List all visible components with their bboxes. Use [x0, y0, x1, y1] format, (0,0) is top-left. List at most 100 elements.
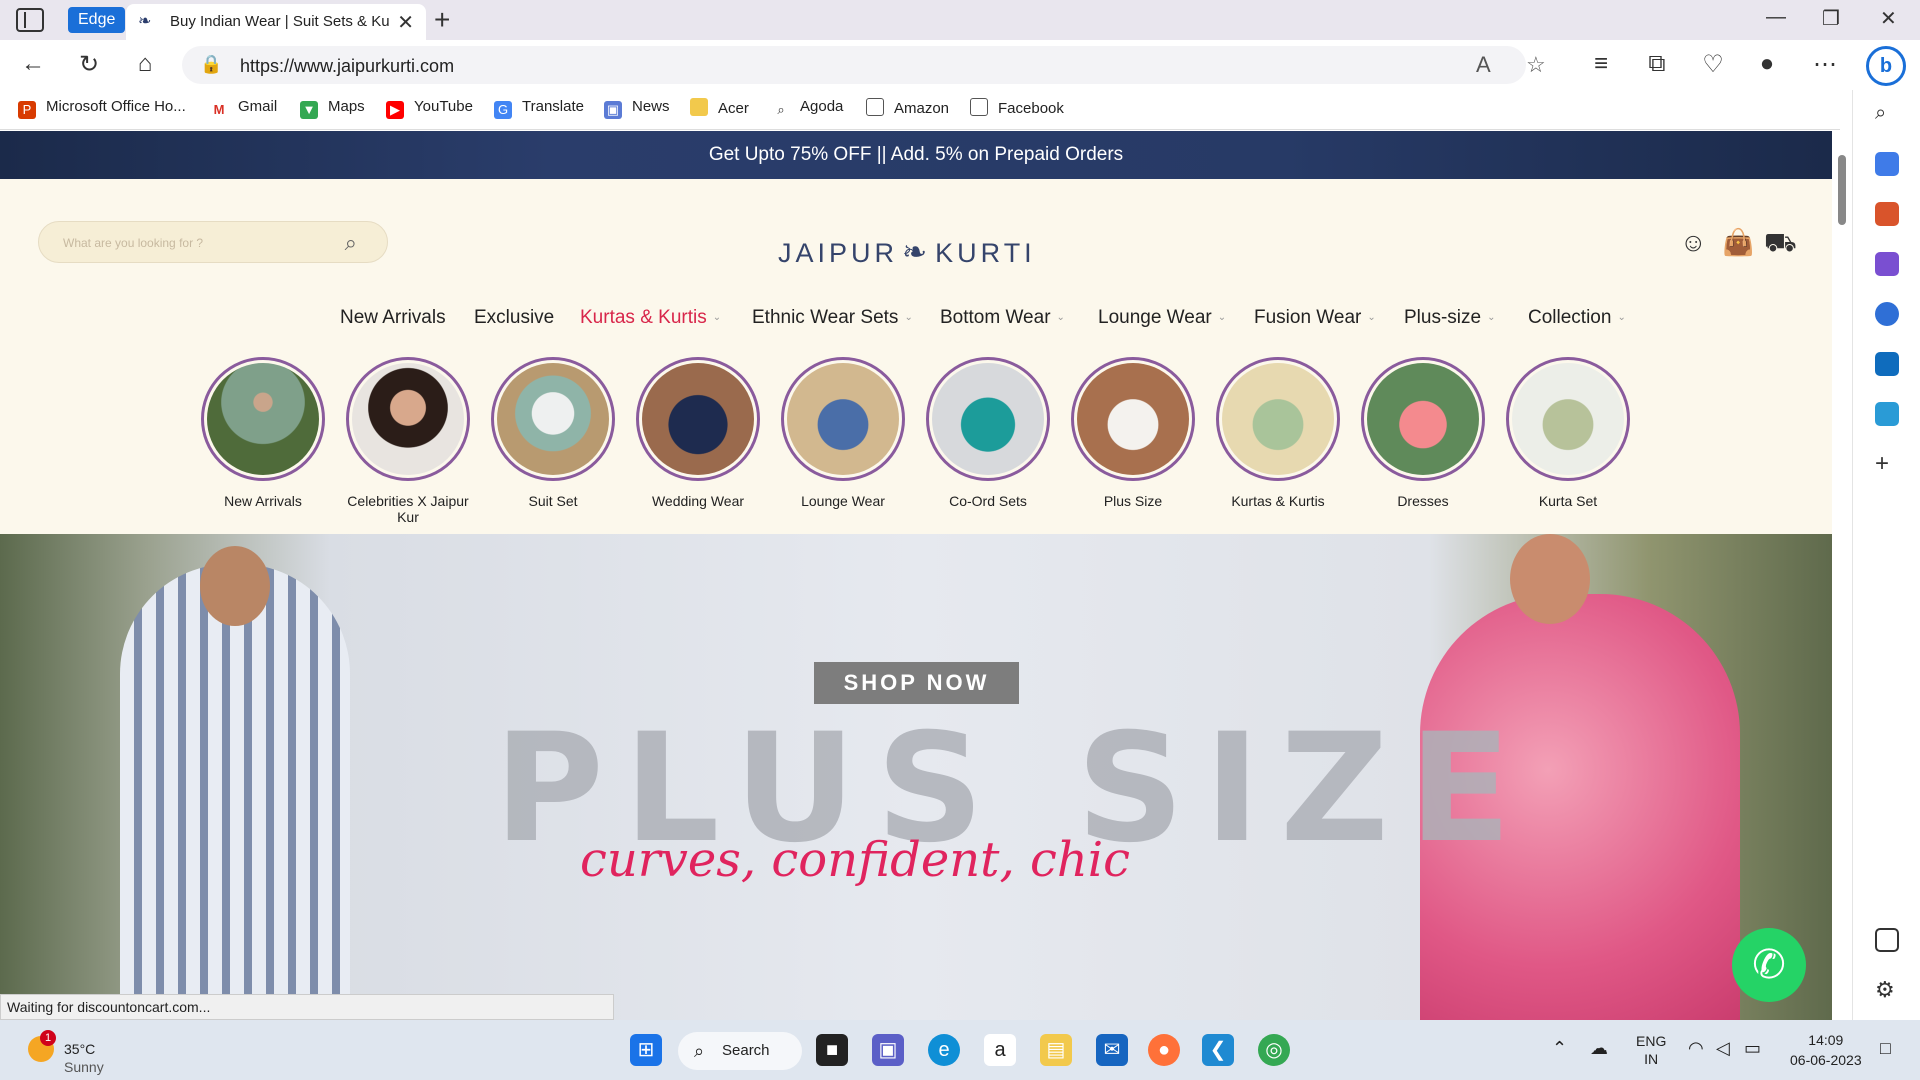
menu-label: Collection	[1528, 307, 1612, 328]
onedrive-icon[interactable]: ☁	[1590, 1038, 1608, 1059]
menu-plus-size[interactable]: Plus-size ⌄	[1404, 307, 1495, 329]
logo-mark-icon: ❧	[902, 236, 932, 269]
site-logo[interactable]: JAIPUR ❧ KURTI	[778, 235, 1036, 270]
bing-chat-icon[interactable]: b	[1866, 46, 1906, 86]
sidebar-toggle-icon[interactable]	[1875, 928, 1899, 952]
back-icon[interactable]: ←	[18, 50, 48, 78]
category-suit-set[interactable]: Suit Set	[491, 357, 615, 509]
drop-icon[interactable]	[1875, 402, 1899, 426]
new-tab-icon[interactable]: +	[434, 4, 450, 36]
search-icon[interactable]: ⌕	[1875, 102, 1899, 126]
bookmark-facebook[interactable]: Facebook	[970, 98, 1064, 117]
volume-icon[interactable]: ◁	[1716, 1038, 1730, 1059]
category-plus-size[interactable]: Plus Size	[1071, 357, 1195, 509]
amazon-taskbar-icon[interactable]: a	[984, 1034, 1016, 1066]
taskbar-search[interactable]: ⌕ Search	[678, 1032, 802, 1070]
games-icon[interactable]	[1875, 252, 1899, 276]
more-options-icon[interactable]: ⋯	[1810, 50, 1840, 79]
category-celebrities[interactable]: Celebrities X Jaipur Kur	[346, 357, 470, 525]
teams-chat-icon[interactable]: ▣	[872, 1034, 904, 1066]
bookmark-news[interactable]: ▣ News	[604, 98, 670, 119]
weather-text: 35°C Sunny	[64, 1040, 104, 1076]
page-icon	[866, 98, 884, 116]
address-bar[interactable]: 🔒 https://www.jaipurkurti.com A ☆	[182, 46, 1546, 84]
category-image	[1222, 363, 1334, 475]
settings-gear-icon[interactable]: ⚙	[1875, 978, 1899, 1002]
account-icon[interactable]: ☺	[1680, 227, 1707, 258]
menu-exclusive[interactable]: Exclusive	[474, 307, 554, 329]
notification-icon[interactable]: □	[1880, 1038, 1891, 1059]
menu-collection[interactable]: Collection ⌄	[1528, 307, 1626, 329]
tab-actions-icon[interactable]	[16, 8, 44, 32]
menu-label: Ethnic Wear Sets	[752, 307, 899, 328]
whatsapp-chat-icon[interactable]: ✆	[1732, 928, 1806, 1002]
chrome-icon[interactable]: ◎	[1258, 1034, 1290, 1066]
cart-icon[interactable]: 👜	[1722, 227, 1754, 258]
url-text[interactable]: https://www.jaipurkurti.com	[240, 56, 454, 77]
task-view-icon[interactable]: ■	[816, 1034, 848, 1066]
site-search-input[interactable]: What are you looking for ? ⌕	[38, 221, 388, 263]
logo-text-right: KURTI	[935, 238, 1036, 268]
firefox-icon[interactable]: ●	[1148, 1034, 1180, 1066]
favorites-icon[interactable]: ≡	[1586, 50, 1616, 78]
bookmark-agoda[interactable]: ⌕ Agoda	[772, 98, 843, 119]
category-kurta-set[interactable]: Kurta Set	[1506, 357, 1630, 509]
shopping-tag-icon[interactable]	[1875, 152, 1899, 176]
bookmark-acer[interactable]: Acer	[690, 98, 749, 117]
tools-icon[interactable]	[1875, 202, 1899, 226]
active-tab[interactable]: ❧ Buy Indian Wear | Suit Sets & Kur ✕	[126, 4, 426, 40]
category-wedding-wear[interactable]: Wedding Wear	[636, 357, 760, 509]
track-order-icon[interactable]: ⛟	[1764, 227, 1797, 262]
read-aloud-icon[interactable]: A	[1476, 52, 1491, 78]
category-dresses[interactable]: Dresses	[1361, 357, 1485, 509]
menu-ethnic-wear-sets[interactable]: Ethnic Wear Sets ⌄	[752, 307, 913, 329]
bookmark-office[interactable]: P Microsoft Office Ho...	[18, 98, 186, 119]
close-tab-icon[interactable]: ✕	[397, 10, 414, 35]
bookmark-gmail[interactable]: M Gmail	[210, 98, 277, 119]
menu-bottom-wear[interactable]: Bottom Wear ⌄	[940, 307, 1065, 329]
menu-fusion-wear[interactable]: Fusion Wear ⌄	[1254, 307, 1376, 329]
bookmark-maps[interactable]: ▼ Maps	[300, 98, 365, 119]
category-lounge-wear[interactable]: Lounge Wear	[781, 357, 905, 509]
wifi-icon[interactable]: ◠	[1688, 1038, 1704, 1059]
edge-profile-label[interactable]: Edge	[68, 7, 126, 33]
menu-label: Plus-size	[1404, 307, 1482, 328]
vscode-icon[interactable]: ❮	[1202, 1034, 1234, 1066]
refresh-icon[interactable]: ↻	[74, 50, 104, 79]
file-explorer-icon[interactable]: ▤	[1040, 1034, 1072, 1066]
page-scrollbar[interactable]	[1832, 131, 1852, 1020]
add-icon[interactable]: +	[1875, 452, 1899, 476]
shop-now-button[interactable]: SHOP NOW	[814, 662, 1019, 704]
category-co-ord-sets[interactable]: Co-Ord Sets	[926, 357, 1050, 509]
bookmark-translate[interactable]: G Translate	[494, 98, 584, 119]
category-kurtas-kurtis[interactable]: Kurtas & Kurtis	[1216, 357, 1340, 509]
browser-essentials-icon[interactable]: ♡	[1698, 50, 1728, 79]
lock-icon[interactable]: 🔒	[200, 54, 222, 75]
scrollbar-thumb[interactable]	[1838, 155, 1846, 225]
menu-kurtas-kurtis[interactable]: Kurtas & Kurtis ⌄	[580, 307, 721, 329]
favorite-star-icon[interactable]: ☆	[1526, 52, 1546, 78]
menu-new-arrivals[interactable]: New Arrivals	[340, 307, 446, 329]
bookmark-youtube[interactable]: ▶ YouTube	[386, 98, 473, 119]
mail-icon[interactable]: ✉	[1096, 1034, 1128, 1066]
taskbar-clock[interactable]: 14:09 06-06-2023	[1790, 1030, 1862, 1070]
maximize-icon[interactable]: ❐	[1822, 6, 1840, 31]
language-indicator[interactable]: ENG IN	[1636, 1032, 1666, 1068]
windows-start-icon[interactable]: ⊞	[630, 1034, 662, 1066]
show-hidden-icons-icon[interactable]: ⌃	[1552, 1038, 1567, 1059]
hero-banner[interactable]: PLUS SIZE curves, confident, chic	[0, 534, 1832, 1020]
battery-icon[interactable]: ▭	[1744, 1038, 1761, 1059]
close-window-icon[interactable]: ✕	[1880, 6, 1897, 31]
microsoft-365-icon[interactable]	[1875, 302, 1899, 326]
menu-lounge-wear[interactable]: Lounge Wear ⌄	[1098, 307, 1226, 329]
home-icon[interactable]: ⌂	[130, 50, 160, 78]
search-icon[interactable]: ⌕	[345, 230, 357, 256]
profile-icon[interactable]: ●	[1752, 50, 1782, 78]
category-new-arrivals[interactable]: New Arrivals	[201, 357, 325, 509]
minimize-icon[interactable]: —	[1766, 6, 1786, 29]
outlook-icon[interactable]	[1875, 352, 1899, 376]
edge-taskbar-icon[interactable]: e	[928, 1034, 960, 1066]
promo-banner[interactable]: Get Upto 75% OFF || Add. 5% on Prepaid O…	[0, 131, 1832, 179]
bookmark-amazon[interactable]: Amazon	[866, 98, 949, 117]
collections-icon[interactable]: ⧉	[1642, 50, 1672, 78]
